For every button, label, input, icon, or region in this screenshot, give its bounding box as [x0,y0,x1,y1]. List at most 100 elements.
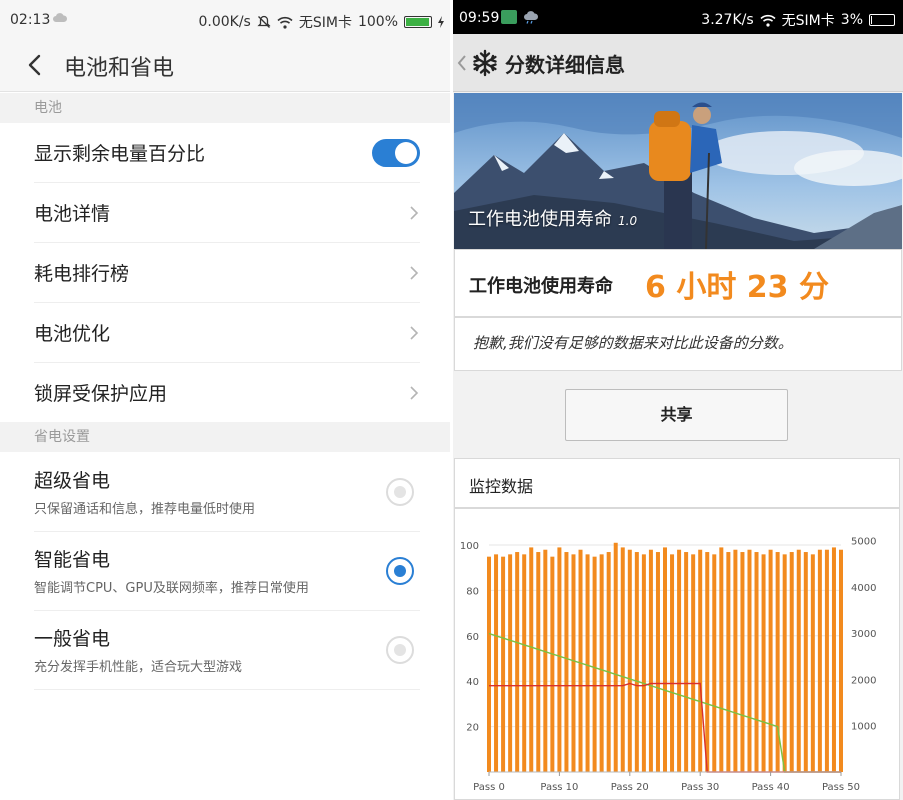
right-tick-label: 3000 [851,629,876,640]
bar [508,554,513,772]
setting-label: 电池详情 [34,203,111,225]
bar [768,549,773,772]
bar [733,549,738,772]
bar [599,554,604,772]
setting-battery-optimize[interactable]: 电池优化 [34,303,420,363]
bar [543,549,548,772]
bar [670,554,675,772]
app-bar: 分数详细信息 [453,34,903,92]
bar [824,549,829,772]
bar [789,552,794,772]
bar [536,552,541,772]
back-arrow-icon[interactable] [457,54,467,72]
score-card: 工作电池使用寿命 6 小时 23 分 [454,249,902,317]
right-tick-label: 5000 [851,536,876,547]
page-title: 分数详细信息 [505,53,625,77]
x-tick-label: Pass 30 [681,782,719,793]
notification-app-icon [501,10,517,24]
status-bar: 02:13 0.00K/s 无SIM卡 100% [0,0,450,40]
bar [839,549,843,772]
wifi-icon [277,16,293,29]
monitor-chart: 20 40 60 80 100 1000 2000 3000 4000 5000 Pass 0 Pas… [460,536,877,793]
score-details-screen: 09:59 3.27K/s 无SIM卡 3% 分数详细信息 工作电池使用寿命 1… [453,0,903,800]
setting-show-percent[interactable]: 显示剩余电量百分比 [34,123,420,183]
section-header-power-save: 省电设置 [0,422,450,452]
bar [585,554,590,772]
bar [578,549,583,772]
network-speed: 3.27K/s [701,12,754,28]
battery-icon [404,16,432,28]
battery-icon [869,14,895,26]
back-arrow-icon[interactable] [22,52,48,78]
bar [634,552,639,772]
bar [592,556,597,772]
hero-caption: 工作电池使用寿命 1.0 [468,205,637,231]
bar [613,542,618,772]
bar [712,554,717,772]
chevron-right-icon [410,386,419,400]
right-tick-label: 2000 [851,675,876,686]
bar [677,549,682,772]
bar [564,552,569,772]
bar [515,552,520,772]
version-label: 1.0 [618,214,638,228]
mode-super-save[interactable]: 超级省电 只保留通话和信息，推荐电量低时使用 [34,452,420,532]
x-tick-label: Pass 10 [540,782,578,793]
bar [719,547,724,772]
mode-description: 智能调节CPU、GPU及联网频率，推荐日常使用 [34,581,309,596]
mode-title: 超级省电 [34,470,111,492]
setting-label: 锁屏受保护应用 [34,383,168,405]
mode-radio[interactable] [386,636,414,664]
x-tick-label: Pass 50 [822,782,860,793]
status-time: 02:13 [10,12,51,28]
setting-battery-details[interactable]: 电池详情 [34,183,420,243]
setting-lock-protect-apps[interactable]: 锁屏受保护应用 [34,363,420,423]
x-tick-label: Pass 0 [473,782,505,793]
left-tick-label: 20 [466,723,479,734]
bar [810,554,815,772]
bar [571,554,576,772]
bar [726,552,731,772]
mode-radio[interactable] [386,557,414,585]
section-header-battery: 电池 [0,93,450,123]
bar [691,554,696,772]
sim-status: 无SIM卡 [298,15,352,31]
app-bar: 电池和省电 [0,40,450,92]
chevron-right-icon [410,326,419,340]
share-button[interactable]: 共享 [565,389,788,441]
bar [761,554,766,772]
mode-title: 一般省电 [34,628,111,650]
bar [487,556,491,772]
bar [627,549,632,772]
setting-label: 耗电排行榜 [34,263,130,285]
comparison-note-text: 抱歉,我们没有足够的数据来对比此设备的分数。 [473,334,793,352]
hero-caption-text: 工作电池使用寿命 [468,209,612,230]
cloud-icon [53,13,68,22]
mode-radio[interactable] [386,478,414,506]
bar [796,549,801,772]
left-tick-label: 60 [466,632,479,643]
bar [648,549,653,772]
mode-title: 智能省电 [34,549,111,571]
bar [803,552,808,772]
right-tick-label: 1000 [851,722,876,733]
status-time: 09:59 [459,10,500,26]
show-percent-toggle[interactable] [372,139,420,167]
charging-icon [438,16,444,28]
bar [817,549,822,772]
score-value: 6 小时 23 分 [645,270,829,305]
setting-power-ranking[interactable]: 耗电排行榜 [34,243,420,303]
mode-normal-save[interactable]: 一般省电 充分发挥手机性能，适合玩大型游戏 [34,610,420,690]
bar [557,547,562,772]
bar [747,549,752,772]
mode-smart-save[interactable]: 智能省电 智能调节CPU、GPU及联网频率，推荐日常使用 [34,531,420,611]
x-tick-label: Pass 20 [611,782,649,793]
bar [705,552,710,772]
bar [698,549,703,772]
bar [782,554,787,772]
network-speed: 0.00K/s [198,14,251,30]
bar [754,552,759,772]
weather-icon [524,11,539,24]
comparison-note: 抱歉,我们没有足够的数据来对比此设备的分数。 [454,317,902,371]
hero-banner: 工作电池使用寿命 1.0 [454,93,902,249]
